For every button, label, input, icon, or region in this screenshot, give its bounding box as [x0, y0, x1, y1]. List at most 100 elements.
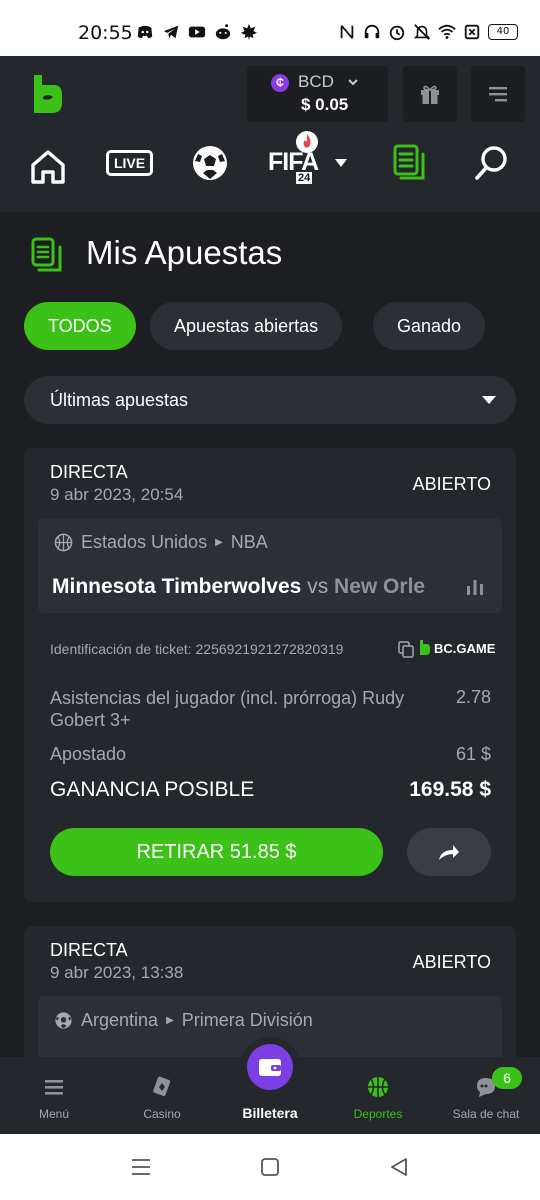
cashout-button[interactable]: RETIRAR 51.85 $: [50, 828, 383, 876]
live-label: LIVE: [113, 155, 146, 171]
balance-selector[interactable]: ₵ BCD $ 0.05: [247, 66, 388, 122]
page-title: Mis Apuestas: [86, 234, 283, 271]
nav-casino[interactable]: Casino: [108, 1057, 216, 1134]
basketball-icon: [54, 533, 73, 552]
notification-icons: [136, 23, 258, 41]
chat-unread-badge: 6: [492, 1067, 522, 1089]
bet-status: ABIERTO: [412, 474, 491, 494]
tab-open-bets[interactable]: Apuestas abiertas: [150, 302, 343, 350]
event-box[interactable]: Estados Unidos ▶ NBA Minnesota Timberwol…: [38, 518, 502, 613]
gift-button[interactable]: [403, 66, 457, 122]
sim-off-icon: [464, 24, 480, 40]
system-icons: 40: [338, 23, 518, 41]
headset-icon: [364, 24, 380, 39]
ticket-id: Identificación de ticket: 22569219212728…: [50, 641, 344, 657]
brand-name: BC.GAME: [434, 640, 496, 656]
bottom-nav: Menú Casino Billetera Deportes 6 Sala de…: [0, 1037, 540, 1134]
tab-won[interactable]: Ganado: [373, 302, 486, 350]
possible-win-value: 169.58 $: [409, 778, 491, 801]
bet-type: DIRECTA: [50, 940, 128, 960]
breadcrumb-separator-icon: ▶: [215, 537, 223, 548]
event-league-name: Primera División: [181, 1010, 313, 1030]
soccer-ball-icon[interactable]: [191, 144, 229, 182]
nav-chat[interactable]: 6 Sala de chat: [432, 1057, 540, 1134]
currency-name: BCD: [298, 72, 334, 91]
status-bar: 20:55 40: [0, 0, 540, 56]
my-bets-icon[interactable]: [391, 142, 429, 184]
bc-game-logo[interactable]: [28, 73, 64, 115]
page-header: Mis Apuestas: [30, 234, 500, 278]
bet-card: DIRECTA 9 abr 2023, 20:54 ABIERTO Estado…: [24, 448, 516, 902]
telegram-icon: [163, 25, 179, 39]
bets-filter-select[interactable]: Últimas apuestas: [24, 376, 516, 424]
alarm-icon: [389, 25, 405, 41]
nav-wallet-label: Billetera: [242, 1105, 298, 1121]
wallet-button: [240, 1037, 300, 1097]
bet-status: ABIERTO: [412, 952, 491, 972]
status-time: 20:55: [78, 22, 133, 44]
basketball-icon: [368, 1077, 388, 1097]
back-icon[interactable]: [388, 1156, 410, 1178]
bc-game-small-logo: [420, 640, 430, 655]
stats-icon[interactable]: [466, 578, 484, 596]
system-nav-bar: [0, 1134, 540, 1200]
copy-icon[interactable]: [398, 641, 414, 658]
fifa-dropdown[interactable]: FIFA 24: [268, 131, 358, 192]
filter-label: Últimas apuestas: [50, 390, 189, 410]
home-icon[interactable]: [30, 144, 66, 188]
bet-date: 9 abr 2023, 13:38: [50, 963, 184, 982]
tab-todos[interactable]: TODOS: [24, 302, 136, 350]
share-arrow-icon: [439, 845, 459, 860]
menu-icon: [45, 1080, 63, 1095]
maple-leaf-icon: [240, 23, 258, 41]
share-button[interactable]: [407, 828, 491, 876]
event-country: Argentina: [81, 1010, 159, 1030]
search-icon[interactable]: [474, 144, 508, 182]
nav-menu-label: Menú: [38, 1107, 70, 1121]
event-league-name: NBA: [230, 532, 268, 552]
caret-down-icon: [335, 159, 347, 167]
nav-sports-label: Deportes: [353, 1107, 403, 1121]
bet-market: Asistencias del jugador (incl. prórroga)…: [50, 688, 405, 730]
wifi-icon: [438, 24, 456, 39]
event-league: Estados Unidos ▶ NBA: [54, 532, 268, 553]
soccer-icon: [55, 1012, 72, 1029]
nfc-icon: [340, 25, 354, 39]
casino-cards-icon: [153, 1076, 171, 1097]
nav-chat-label: Sala de chat: [452, 1107, 520, 1121]
home-button-icon[interactable]: [259, 1156, 281, 1178]
caret-down-icon: [482, 396, 496, 404]
brand-badge: BC.GAME: [418, 640, 495, 656]
breadcrumb-separator-icon: ▶: [166, 1015, 174, 1026]
nav-sports[interactable]: Deportes: [324, 1057, 432, 1134]
wallet-icon: [259, 1059, 281, 1076]
mute-icon: [413, 24, 431, 40]
menu-button[interactable]: [471, 66, 525, 122]
nav-casino-label: Casino: [143, 1107, 181, 1121]
gift-icon: [421, 85, 439, 104]
menu-icon: [489, 87, 507, 102]
possible-win-label: GANANCIA POSIBLE: [50, 778, 255, 801]
my-bets-title-icon: [31, 237, 62, 272]
battery-indicator: 40: [488, 24, 518, 40]
live-button[interactable]: LIVE: [106, 150, 153, 176]
reddit-icon: [215, 24, 231, 40]
bet-type: DIRECTA: [50, 462, 128, 482]
away-team: New Orle: [334, 575, 426, 598]
fifa-year: 24: [296, 172, 313, 184]
bet-tabs: TODOS Apuestas abiertas Ganado: [24, 302, 540, 350]
bet-odds: 2.78: [455, 687, 491, 707]
bet-date: 9 abr 2023, 20:54: [50, 485, 184, 504]
nav-menu[interactable]: Menú: [0, 1057, 108, 1134]
event-league: Argentina ▶ Primera División: [54, 1010, 313, 1031]
balance-amount: $ 0.05: [301, 95, 349, 114]
chevron-down-icon: [348, 79, 358, 86]
home-team: Minnesota Timberwolves: [52, 575, 302, 598]
sport-nav: LIVE FIFA 24: [0, 131, 540, 212]
youtube-icon: [188, 26, 206, 38]
bcd-coin-icon: ₵: [271, 74, 289, 92]
nav-wallet[interactable]: Billetera: [216, 1037, 324, 1134]
app-header: ₵ BCD $ 0.05: [0, 56, 540, 134]
staked-value: 61 $: [455, 744, 491, 764]
recents-icon[interactable]: [130, 1156, 152, 1178]
